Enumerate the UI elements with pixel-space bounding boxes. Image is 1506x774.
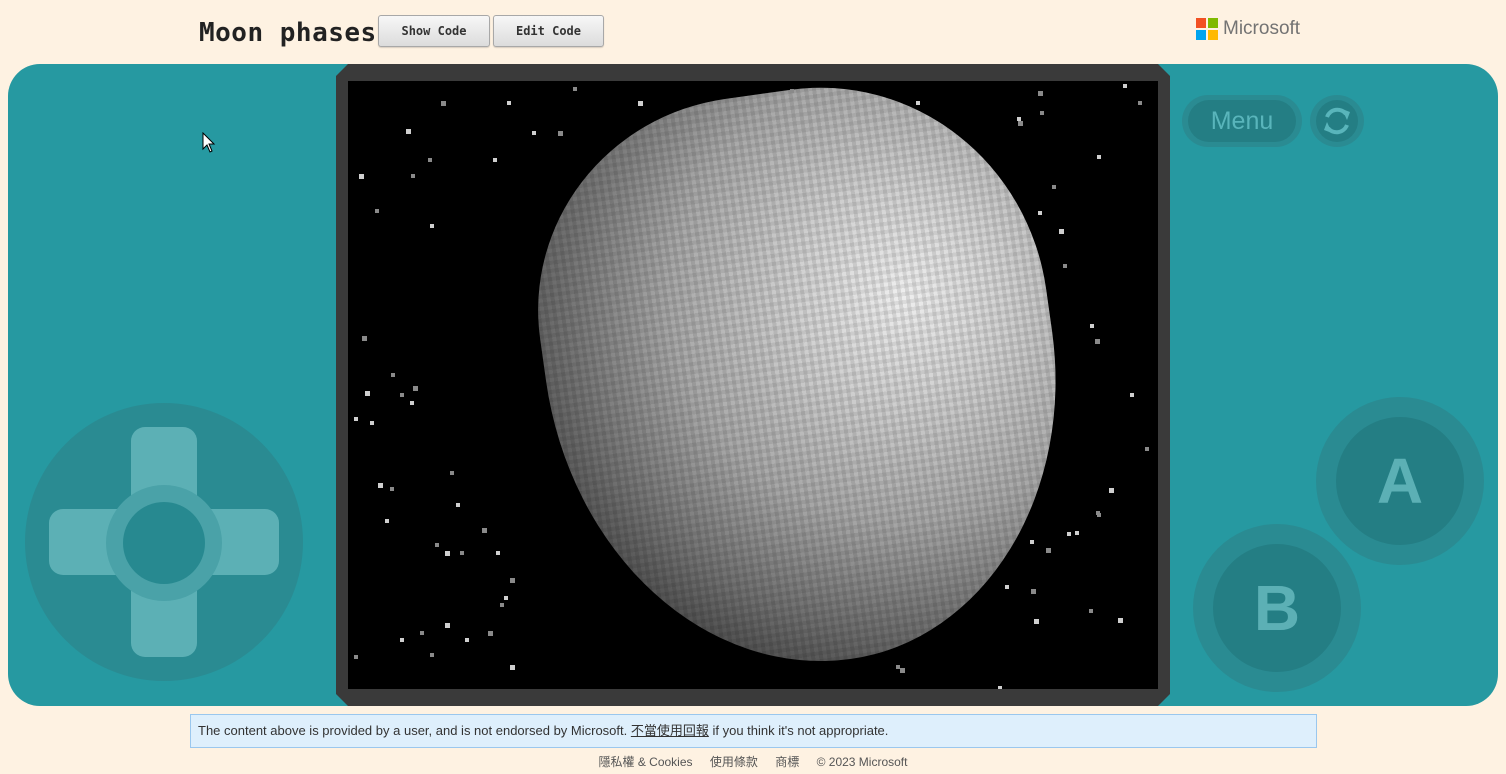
footer: 隱私權 & Cookies 使用條款 商標 © 2023 Microsoft [0, 754, 1506, 770]
star [998, 686, 1002, 689]
star [430, 224, 434, 228]
star [450, 471, 454, 475]
star [400, 393, 404, 397]
star [1063, 264, 1067, 268]
star [445, 623, 450, 628]
dpad-center [123, 502, 205, 584]
star [420, 631, 424, 635]
star [390, 487, 394, 491]
moon [510, 81, 1094, 689]
refresh-icon [1316, 100, 1358, 142]
star [445, 551, 450, 556]
star [500, 603, 504, 607]
star [460, 551, 464, 555]
star [510, 578, 515, 583]
star [362, 336, 367, 341]
star [1130, 393, 1134, 397]
edit-code-button[interactable]: Edit Code [493, 15, 604, 47]
star [441, 101, 446, 106]
show-code-button[interactable]: Show Code [378, 15, 490, 47]
star [456, 503, 460, 507]
star [1018, 121, 1023, 126]
star [1075, 531, 1079, 535]
star [1005, 585, 1009, 589]
game-screen[interactable] [348, 81, 1158, 689]
star [411, 174, 415, 178]
report-abuse-link[interactable]: 不當使用回報 [631, 723, 709, 738]
star [558, 131, 563, 136]
star [510, 665, 515, 670]
star [1095, 339, 1100, 344]
restart-button[interactable] [1310, 95, 1364, 147]
star [430, 653, 434, 657]
star [354, 417, 358, 421]
footer-privacy-link[interactable]: 隱私權 & Cookies [599, 755, 693, 769]
star [1123, 84, 1127, 88]
star [916, 101, 920, 105]
star [1097, 513, 1101, 517]
menu-button[interactable]: Menu [1182, 95, 1302, 147]
star [493, 158, 497, 162]
star [504, 596, 508, 600]
star [359, 174, 364, 179]
star [413, 386, 418, 391]
menu-button-label: Menu [1188, 100, 1296, 142]
star [1090, 324, 1094, 328]
star [1052, 185, 1056, 189]
star [1067, 532, 1071, 536]
star [1097, 155, 1101, 159]
star [1031, 589, 1036, 594]
star [385, 519, 389, 523]
star [1046, 548, 1051, 553]
star [638, 101, 643, 106]
star [406, 129, 411, 134]
microsoft-logo[interactable]: Microsoft [1196, 18, 1300, 40]
star [1138, 101, 1142, 105]
star [370, 421, 374, 425]
notice-text: The content above is provided by a user,… [198, 723, 631, 738]
star [1034, 619, 1039, 624]
microsoft-logo-icon [1196, 18, 1218, 40]
star [496, 551, 500, 555]
star [1017, 117, 1021, 121]
footer-trademarks-link[interactable]: 商標 [775, 755, 799, 769]
star [428, 158, 432, 162]
a-button-label: A [1336, 417, 1464, 545]
footer-terms-link[interactable]: 使用條款 [710, 755, 758, 769]
star [400, 638, 404, 642]
star [507, 101, 511, 105]
footer-copyright: © 2023 Microsoft [816, 755, 908, 769]
a-button[interactable]: A [1316, 397, 1484, 565]
b-button-label: B [1213, 544, 1341, 672]
star [1118, 618, 1123, 623]
notice-text-end: if you think it's not appropriate. [708, 723, 889, 738]
star [410, 401, 414, 405]
star [1030, 540, 1034, 544]
star [378, 483, 383, 488]
star [482, 528, 487, 533]
star [375, 209, 379, 213]
star [391, 373, 395, 377]
b-button[interactable]: B [1193, 524, 1361, 692]
star [354, 655, 358, 659]
star [1059, 229, 1064, 234]
star [465, 638, 469, 642]
star [1089, 609, 1093, 613]
star [365, 391, 370, 396]
star [488, 631, 493, 636]
star [1038, 211, 1042, 215]
star [1109, 488, 1114, 493]
star [1040, 111, 1044, 115]
star [532, 131, 536, 135]
content-notice: The content above is provided by a user,… [190, 714, 1317, 748]
star [435, 543, 439, 547]
star [790, 89, 794, 93]
star [1145, 447, 1149, 451]
star [900, 668, 905, 673]
page-title: Moon phases [199, 18, 377, 48]
star [573, 87, 577, 91]
mouse-cursor-icon [202, 132, 216, 153]
star [1038, 91, 1043, 96]
microsoft-wordmark: Microsoft [1223, 18, 1301, 39]
